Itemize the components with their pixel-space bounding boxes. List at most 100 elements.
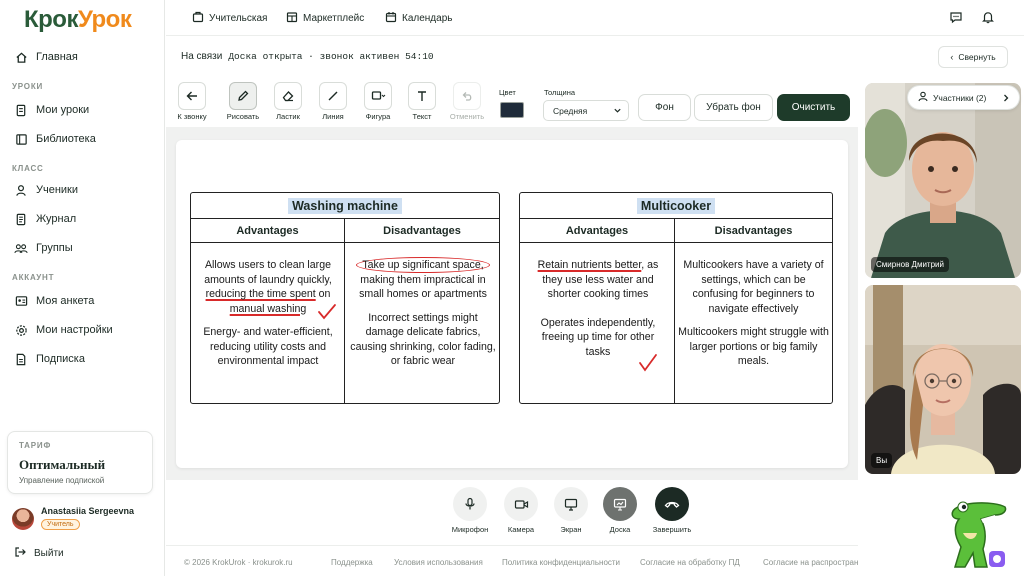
library-icon — [14, 132, 28, 146]
group-icon — [14, 241, 28, 255]
tariff-name: Оптимальный — [19, 457, 106, 472]
participants-button[interactable]: Участники (2) — [907, 85, 1020, 110]
footer-link-terms[interactable]: Условия использования — [394, 558, 483, 567]
column-divider — [674, 219, 676, 403]
footer-link-consent-processing[interactable]: Согласие на обработку ПД — [640, 558, 740, 567]
logout-button[interactable]: Выйти — [14, 546, 64, 561]
online-status: На связи — [181, 51, 223, 62]
control-label: Завершить — [652, 525, 692, 534]
sidebar-item-groups[interactable]: Группы — [14, 237, 73, 259]
sidebar-item-label: Моя анкета — [36, 295, 95, 307]
advantages-header: Advantages — [191, 219, 344, 243]
sidebar-item-subscription[interactable]: Подписка — [14, 348, 85, 370]
user-name: Anastasiia Sergeevna — [41, 506, 135, 516]
calendar-icon — [385, 11, 397, 26]
book-icon — [14, 103, 28, 117]
sidebar-item-label: Главная — [36, 51, 78, 63]
teachers-room-icon — [192, 11, 204, 26]
journal-icon — [14, 212, 28, 226]
color-swatch[interactable] — [500, 102, 524, 118]
thickness-value: Средняя — [553, 105, 588, 116]
advantages-cell: Retain nutrients better, as they use les… — [537, 259, 659, 358]
hang-up-icon — [655, 487, 689, 521]
shape-tool[interactable]: Фигура — [363, 82, 393, 121]
line-tool[interactable]: Линия — [318, 82, 348, 121]
eraser-tool[interactable]: Ластик — [273, 82, 303, 121]
board-state: Доска открыта · звонок активен 54:10 — [228, 51, 434, 62]
sidebar-item-my-lessons[interactable]: Мои уроки — [14, 99, 89, 121]
red-checkmark — [318, 304, 336, 320]
section-account-heading: АККАУНТ — [12, 273, 55, 282]
thickness-label: Толщина — [544, 88, 576, 97]
pencil-icon — [229, 82, 257, 110]
column-divider — [344, 219, 346, 403]
footer-link-support[interactable]: Поддержка — [331, 558, 373, 567]
manage-subscription-link[interactable]: Управление подпиской — [19, 476, 104, 485]
background-button[interactable]: Фон — [638, 94, 691, 121]
whiteboard-icon — [603, 487, 637, 521]
tool-label: Фигура — [365, 112, 391, 121]
advantages-header: Advantages — [520, 219, 674, 243]
text-tool[interactable]: Текст — [407, 82, 437, 121]
logo[interactable]: КрокУрок — [24, 6, 132, 34]
back-to-call-button[interactable]: К звонку — [177, 82, 207, 121]
clear-board-button[interactable]: Очистить — [777, 94, 850, 121]
home-icon — [14, 50, 28, 64]
section-lessons-heading: УРОКИ — [12, 82, 44, 91]
self-video-tile[interactable]: Вы — [865, 285, 1021, 474]
sidebar-item-main[interactable]: Главная — [14, 46, 78, 68]
collapse-button[interactable]: ‹ Свернуть — [938, 46, 1008, 68]
camera-button[interactable]: Камера — [496, 487, 546, 534]
tool-label: Отменить — [449, 112, 485, 121]
control-label: Камера — [507, 525, 535, 534]
chevron-left-icon: ‹ — [950, 52, 954, 62]
tool-label: Рисовать — [226, 112, 260, 121]
draw-tool[interactable]: Рисовать — [227, 82, 259, 121]
footer-link-privacy[interactable]: Политика конфиденциальности — [502, 558, 620, 567]
nav-marketplace[interactable]: Маркетплейс — [286, 11, 364, 26]
thickness-select[interactable]: Средняя — [543, 100, 629, 121]
sidebar-item-students[interactable]: Ученики — [14, 179, 78, 201]
screen-share-button[interactable]: Экран — [546, 487, 596, 534]
tariff-card[interactable]: ТАРИФ Оптимальный Управление подпиской — [7, 431, 153, 494]
call-status: На связи Доска открыта · звонок активен 5… — [181, 51, 434, 62]
end-call-button[interactable]: Завершить — [647, 487, 697, 534]
sidebar-item-library[interactable]: Библиотека — [14, 128, 96, 150]
role-badge: Учитель — [41, 519, 80, 530]
disadvantages-cell: Multicookers have a variety of settings,… — [678, 259, 829, 367]
undo-button[interactable]: Отменить — [450, 82, 484, 121]
sidebar-item-label: Ученики — [36, 184, 79, 196]
microphone-button[interactable]: Микрофон — [445, 487, 495, 534]
square-icon — [364, 82, 392, 110]
remove-background-button[interactable]: Убрать фон — [694, 94, 773, 121]
footer: © 2026 KrokUrok · krokurok.ru Поддержка … — [166, 545, 890, 576]
tool-label: К звонку — [177, 112, 207, 121]
sidebar-item-journal[interactable]: Журнал — [14, 208, 76, 230]
red-checkmark — [639, 354, 657, 372]
undo-icon — [453, 82, 481, 110]
gear-icon — [14, 323, 28, 337]
sidebar-item-settings[interactable]: Мои настройки — [14, 319, 113, 341]
logout-icon — [14, 546, 26, 561]
eraser-icon — [274, 82, 302, 110]
text-icon — [408, 82, 436, 110]
washing-machine-table: Washing machine Advantages Disadvantages… — [190, 192, 500, 404]
board-button[interactable]: Доска — [595, 487, 645, 534]
remote-video-tile[interactable]: Смирнов Дмитрий — [865, 83, 1021, 278]
chat-icon[interactable] — [949, 10, 965, 26]
disadvantages-header: Disadvantages — [675, 219, 832, 243]
sidebar-item-label: Мои настройки — [36, 324, 113, 336]
bell-icon[interactable] — [981, 10, 997, 26]
disadvantages-header: Disadvantages — [345, 219, 499, 243]
camera-icon — [504, 487, 538, 521]
sidebar-item-label: Подписка — [36, 353, 85, 365]
chevron-down-icon — [613, 106, 622, 117]
color-label: Цвет — [499, 88, 516, 97]
table-title: Washing machine — [191, 193, 499, 219]
crocodile-mascot-icon[interactable] — [945, 497, 1011, 570]
arrow-left-icon — [178, 82, 206, 110]
nav-calendar[interactable]: Календарь — [385, 11, 452, 26]
marketplace-icon — [286, 11, 298, 26]
sidebar-item-profile[interactable]: Моя анкета — [14, 290, 94, 312]
nav-teachers-room[interactable]: Учительская — [192, 11, 267, 26]
